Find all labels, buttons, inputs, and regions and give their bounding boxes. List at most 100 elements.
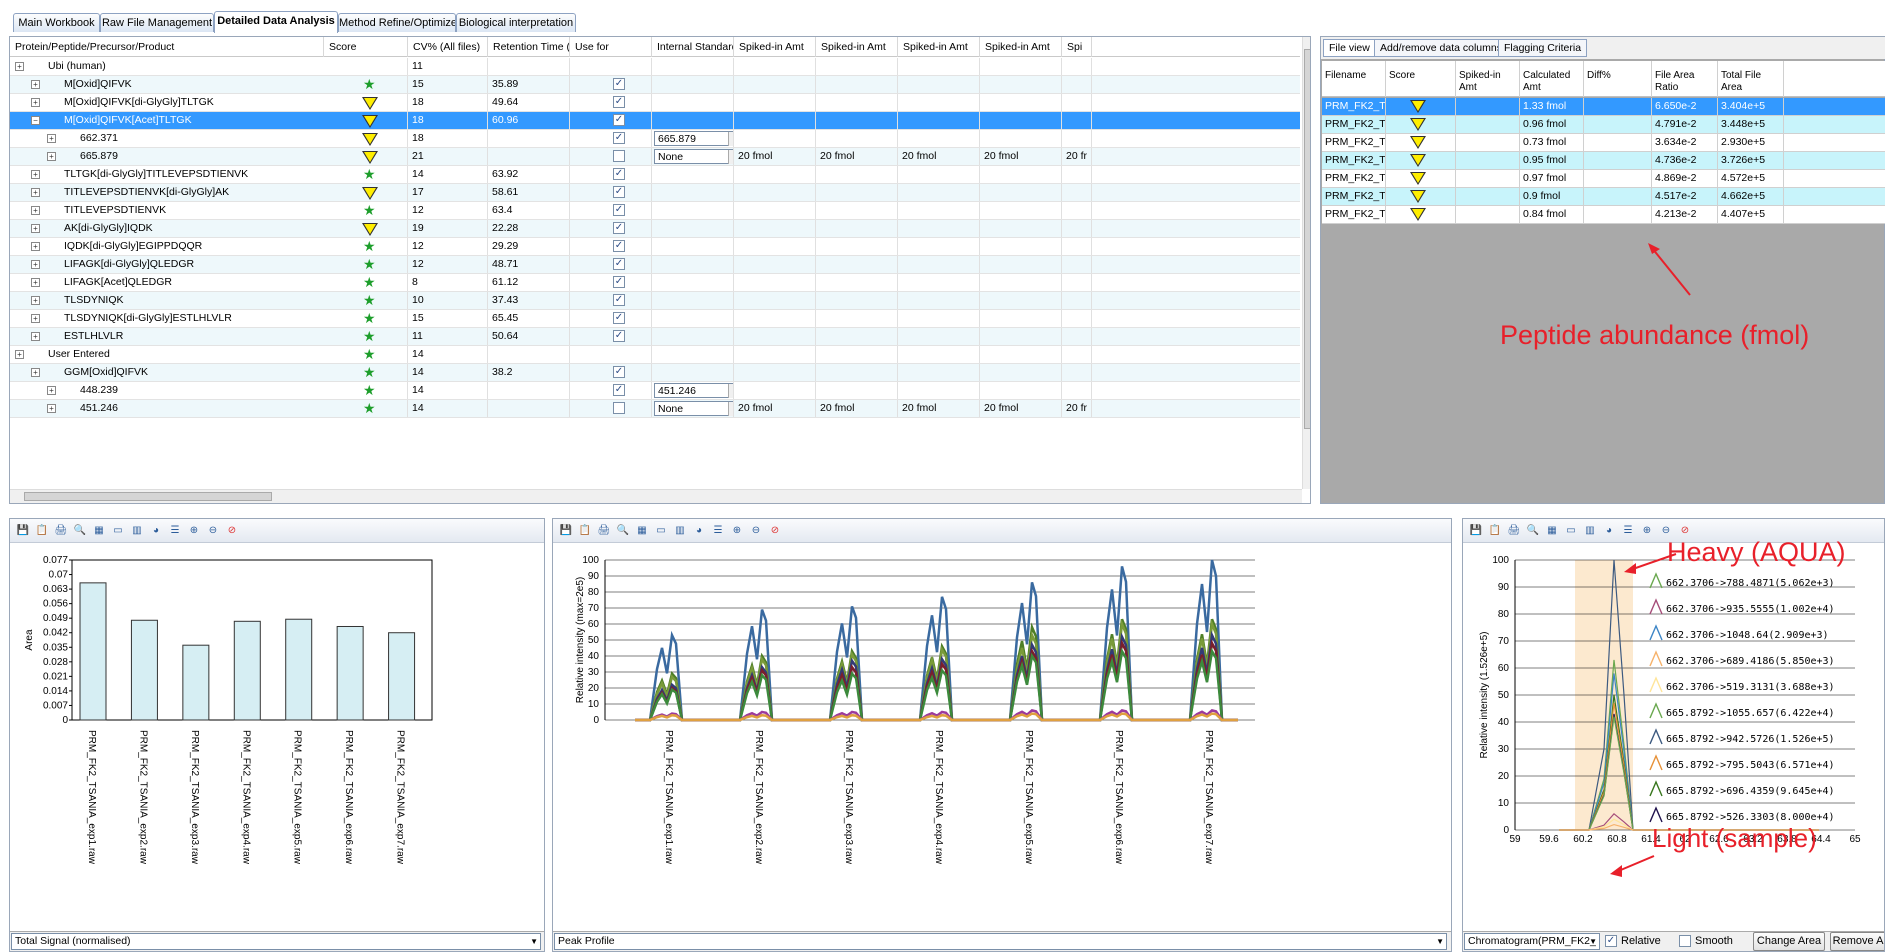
toolbar-icon[interactable]: 🔍 (616, 524, 630, 538)
use-for-checkbox[interactable]: ✓ (613, 186, 625, 198)
file-column-header[interactable]: File Area Ratio (1652, 61, 1718, 97)
grid-cell[interactable]: 20 fr (1062, 400, 1092, 417)
column-header[interactable]: Score (324, 37, 408, 57)
toolbar-icon[interactable]: 💾 (1469, 524, 1483, 538)
expand-toggle-icon[interactable]: + (31, 242, 40, 251)
expand-toggle-icon[interactable]: + (47, 386, 56, 395)
grid-row[interactable]: + GGM[Oxid]QIFVK ★ 14 38.2 ✓ (10, 364, 1300, 382)
file-row[interactable]: PRM_FK2_T... 0.96 fmol 4.791e-23.448e+5 (1322, 116, 1885, 134)
file-column-header[interactable]: Diff% (1584, 61, 1652, 97)
tab-detailed-data-analysis[interactable]: Detailed Data Analysis (214, 11, 338, 33)
grid-row[interactable]: + LIFAGK[di-GlyGly]QLEDGR ★ 12 48.71 ✓ (10, 256, 1300, 274)
column-header[interactable]: Retention Time (in (488, 37, 570, 57)
grid-row[interactable]: + ESTLHLVLR ★ 11 50.64 ✓ (10, 328, 1300, 346)
file-row[interactable]: PRM_FK2_T... 0.95 fmol 4.736e-23.726e+5 (1322, 152, 1885, 170)
column-header[interactable]: Spi (1062, 37, 1092, 57)
grid-cell[interactable]: 20 fr (1062, 148, 1092, 165)
toolbar-icon[interactable]: ☰ (711, 524, 725, 538)
internal-standard-select[interactable]: 451.246 (654, 383, 733, 398)
remove-area-button[interactable]: Remove Area (1830, 932, 1884, 951)
file-column-header[interactable]: Filename (1322, 61, 1386, 97)
horizontal-scrollbar[interactable] (10, 489, 1302, 503)
column-header[interactable]: Use for (570, 37, 652, 57)
grid-cell[interactable]: 20 fmol (734, 400, 816, 417)
grid-row[interactable]: + Ubi (human) 11 (10, 58, 1300, 76)
profile-type-select[interactable]: Peak Profile (554, 933, 1447, 950)
use-for-checkbox[interactable]: ✓ (613, 222, 625, 234)
smooth-checkbox[interactable] (1679, 935, 1691, 947)
tab-file-view[interactable]: File view (1323, 39, 1376, 57)
toolbar-icon[interactable]: ☰ (168, 524, 182, 538)
toolbar-icon[interactable]: ▭ (654, 524, 668, 538)
toolbar-icon[interactable]: ⊘ (768, 524, 782, 538)
expand-toggle-icon[interactable]: + (31, 80, 40, 89)
grid-row[interactable]: + User Entered ★ 14 (10, 346, 1300, 364)
grid-row[interactable]: +665.87921None20 fmol20 fmol20 fmol20 fm… (10, 148, 1300, 166)
toolbar-icon[interactable]: ▥ (673, 524, 687, 538)
grid-cell[interactable]: 20 fmol (898, 400, 980, 417)
expand-toggle-icon[interactable]: + (31, 332, 40, 341)
toolbar-icon[interactable]: ▭ (111, 524, 125, 538)
toolbar-icon[interactable]: ▥ (1583, 524, 1597, 538)
toolbar-icon[interactable]: 🖨 (1507, 524, 1521, 538)
grid-row[interactable]: + IQDK[di-GlyGly]EGIPPDQQR ★ 12 29.29 ✓ (10, 238, 1300, 256)
grid-row[interactable]: +662.371 18 ✓ 665.879 (10, 130, 1300, 148)
toolbar-icon[interactable]: 📋 (578, 524, 592, 538)
use-for-checkbox[interactable]: ✓ (613, 114, 625, 126)
toolbar-icon[interactable]: ⊘ (225, 524, 239, 538)
use-for-checkbox[interactable]: ✓ (613, 132, 625, 144)
use-for-checkbox[interactable] (613, 402, 625, 414)
use-for-checkbox[interactable] (613, 150, 625, 162)
grid-row[interactable]: + M[Oxid]QIFVK ★ 15 35.89 ✓ (10, 76, 1300, 94)
grid-row[interactable]: + LIFAGK[Acet]QLEDGR ★ 8 61.12 ✓ (10, 274, 1300, 292)
change-area-button[interactable]: Change Area (1753, 932, 1825, 951)
grid-cell[interactable]: 20 fmol (816, 148, 898, 165)
expand-toggle-icon[interactable]: + (31, 188, 40, 197)
grid-row[interactable]: +448.239 ★ 14 ✓ 451.246 (10, 382, 1300, 400)
use-for-checkbox[interactable]: ✓ (613, 258, 625, 270)
grid-row[interactable]: + TLSDYNIQK[di-GlyGly]ESTLHLVLR ★ 15 65.45 ✓ (10, 310, 1300, 328)
tab-add-remove-columns[interactable]: Add/remove data columns (1374, 39, 1508, 57)
file-row[interactable]: PRM_FK2_T... 0.9 fmol 4.517e-24.662e+5 (1322, 188, 1885, 206)
grid-row[interactable]: + AK[di-GlyGly]IQDK 19 22.28 ✓ (10, 220, 1300, 238)
tab-biological-interpretation[interactable]: Biological interpretation (456, 13, 576, 32)
use-for-checkbox[interactable]: ✓ (613, 276, 625, 288)
use-for-checkbox[interactable]: ✓ (613, 96, 625, 108)
expand-toggle-icon[interactable]: + (31, 170, 40, 179)
file-column-header[interactable]: Total File Area (1718, 61, 1784, 97)
toolbar-icon[interactable]: 💾 (559, 524, 573, 538)
vertical-scrollbar[interactable] (1302, 37, 1310, 489)
file-row[interactable]: PRM_FK2_T... 1.33 fmol 6.650e-23.404e+5 (1322, 98, 1885, 116)
grid-row[interactable]: +451.246★14None20 fmol20 fmol20 fmol20 f… (10, 400, 1300, 418)
use-for-checkbox[interactable]: ✓ (613, 294, 625, 306)
expand-toggle-icon[interactable]: + (47, 152, 56, 161)
expand-toggle-icon[interactable]: + (15, 350, 24, 359)
toolbar-icon[interactable]: ⊕ (1640, 524, 1654, 538)
file-column-header[interactable]: Score (1386, 61, 1456, 97)
toolbar-icon[interactable]: ⊕ (187, 524, 201, 538)
expand-toggle-icon[interactable]: + (31, 260, 40, 269)
column-header[interactable]: Spiked-in Amt (898, 37, 980, 57)
column-header[interactable]: Spiked-in Amt (734, 37, 816, 57)
grid-row[interactable]: + TITLEVEPSDTIENVK[di-GlyGly]AK 17 58.61 ✓ (10, 184, 1300, 202)
toolbar-icon[interactable]: ◕ (149, 524, 163, 538)
toolbar-icon[interactable]: ▦ (92, 524, 106, 538)
column-header[interactable]: Internal Standard (652, 37, 734, 57)
expand-toggle-icon[interactable]: − (31, 116, 40, 125)
use-for-checkbox[interactable]: ✓ (613, 384, 625, 396)
toolbar-icon[interactable]: ▥ (130, 524, 144, 538)
use-for-checkbox[interactable]: ✓ (613, 312, 625, 324)
toolbar-icon[interactable]: 🔍 (73, 524, 87, 538)
file-row[interactable]: PRM_FK2_T... 0.73 fmol 3.634e-22.930e+5 (1322, 134, 1885, 152)
expand-toggle-icon[interactable]: + (31, 296, 40, 305)
expand-toggle-icon[interactable]: + (31, 278, 40, 287)
toolbar-icon[interactable]: 🖨 (597, 524, 611, 538)
h-scroll-thumb[interactable] (24, 492, 272, 501)
use-for-checkbox[interactable]: ✓ (613, 78, 625, 90)
expand-toggle-icon[interactable]: + (31, 206, 40, 215)
toolbar-icon[interactable]: ⊖ (1659, 524, 1673, 538)
file-row[interactable]: PRM_FK2_T... 0.97 fmol 4.869e-24.572e+5 (1322, 170, 1885, 188)
toolbar-icon[interactable]: ⊕ (730, 524, 744, 538)
grid-row[interactable]: + TLTGK[di-GlyGly]TITLEVEPSDTIENVK ★ 14 63.9… (10, 166, 1300, 184)
grid-cell[interactable]: 20 fmol (980, 148, 1062, 165)
